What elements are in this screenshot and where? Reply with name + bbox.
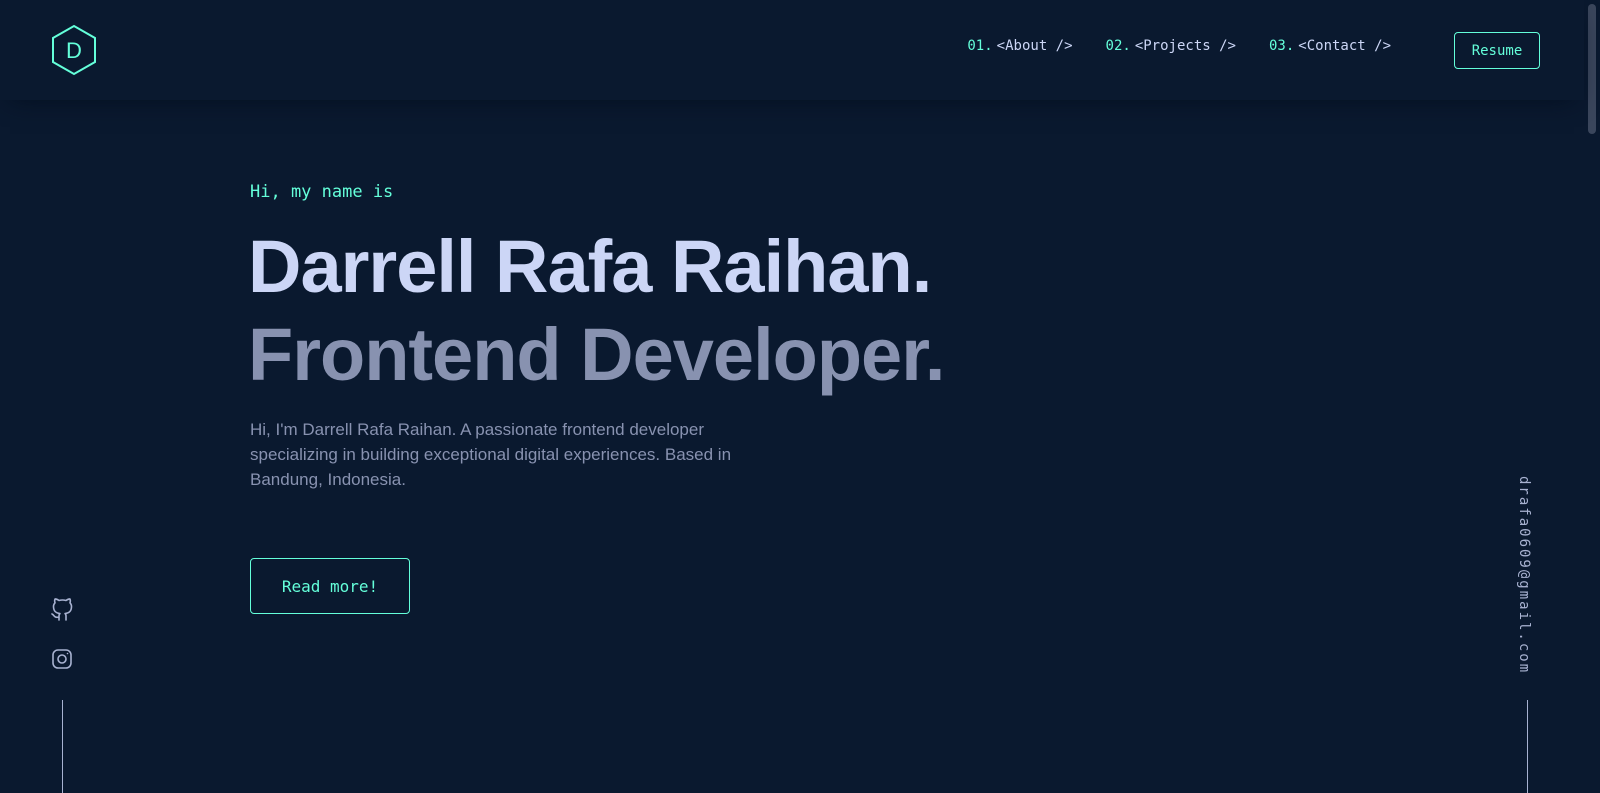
logo-link[interactable]: D bbox=[51, 24, 97, 76]
hero-role: Frontend Developer. bbox=[248, 313, 945, 396]
nav-label: <Projects /> bbox=[1134, 38, 1236, 54]
github-link[interactable] bbox=[50, 598, 74, 622]
resume-button[interactable]: Resume bbox=[1454, 32, 1540, 69]
instagram-icon bbox=[52, 649, 72, 669]
nav-number: 02. bbox=[1105, 38, 1131, 54]
hexagon-logo-icon: D bbox=[52, 24, 96, 76]
nav-label: <Contact /> bbox=[1298, 38, 1391, 54]
navbar: D 01. <About /> 02. <Projects /> 03. <Conta… bbox=[0, 0, 1584, 100]
nav-number: 03. bbox=[1268, 38, 1295, 54]
hero-name: Darrell Rafa Raihan. bbox=[248, 225, 932, 308]
nav-label: <About /> bbox=[996, 38, 1073, 54]
nav-link-projects[interactable]: 02. <Projects /> bbox=[1106, 38, 1236, 54]
email-link[interactable]: drafa0609@gmail.com bbox=[1516, 476, 1532, 674]
hero-bio: Hi, I'm Darrell Rafa Raihan. A passionat… bbox=[250, 420, 732, 489]
nav-number: 01. bbox=[967, 38, 993, 54]
hero-section: Hi, my name is Darrell Rafa Raihan. Fron… bbox=[248, 180, 945, 489]
nav-menu: 01. <About /> 02. <Projects /> 03. <Contact… bbox=[967, 38, 1391, 54]
greeting-text: Hi, my name is bbox=[250, 182, 394, 202]
scrollbar[interactable] bbox=[1584, 0, 1600, 793]
social-links bbox=[50, 598, 74, 671]
logo-letter: D bbox=[66, 38, 82, 63]
left-divider-line bbox=[62, 700, 63, 793]
read-more-button[interactable]: Read more! bbox=[250, 558, 410, 614]
right-divider-line bbox=[1527, 700, 1528, 793]
nav-link-contact[interactable]: 03. <Contact /> bbox=[1269, 38, 1391, 54]
instagram-link[interactable] bbox=[50, 647, 74, 671]
nav-link-about[interactable]: 01. <About /> bbox=[967, 38, 1072, 54]
github-icon bbox=[51, 598, 73, 621]
scrollbar-thumb[interactable] bbox=[1588, 4, 1596, 134]
